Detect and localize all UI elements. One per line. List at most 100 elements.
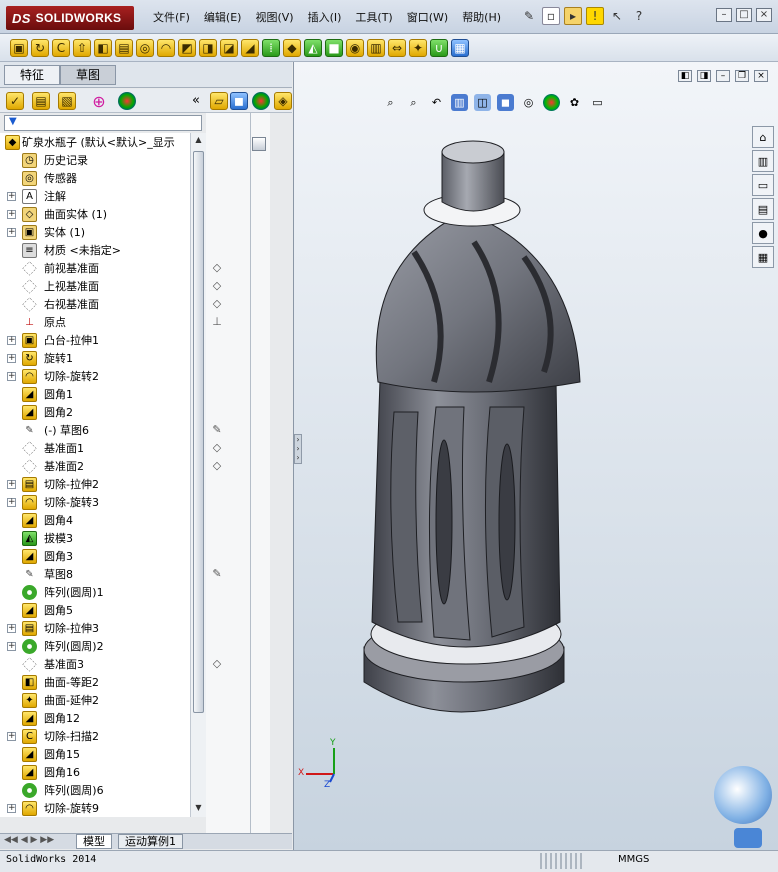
menu-file[interactable]: 文件(F)	[146, 9, 197, 27]
expand-icon[interactable]: +	[7, 191, 16, 201]
tree-scrollbar[interactable]: ▲ ▼	[190, 133, 206, 817]
expand-icon[interactable]: +	[7, 641, 16, 651]
expand-icon[interactable]: +	[7, 731, 16, 741]
menu-edit[interactable]: 编辑(E)	[197, 9, 249, 27]
boundary-boss-icon[interactable]: ◧	[94, 38, 112, 57]
status-units[interactable]: MMGS	[618, 854, 649, 865]
tree-item[interactable]: + ▣ 凸台-拉伸1	[0, 331, 205, 349]
bird-assistant-icon[interactable]	[714, 766, 772, 824]
tree-item[interactable]: ◢ 圆角12	[0, 709, 205, 727]
plane-visibility-icon[interactable]: ◇	[210, 459, 224, 473]
tree-item[interactable]: 上视基准面	[0, 277, 205, 295]
curves-icon[interactable]: ∪	[430, 38, 448, 57]
lofted-cut-icon[interactable]: ◨	[199, 38, 217, 57]
wrap-icon[interactable]: ◉	[346, 38, 364, 57]
origin-visibility-icon[interactable]: ⊥	[210, 315, 224, 329]
hole-wizard-icon[interactable]: ◎	[136, 38, 154, 57]
tree-item[interactable]: + 阵列(圆周)2	[0, 637, 205, 655]
tree-item[interactable]: + ◠ 切除-旋转2	[0, 367, 205, 385]
scroll-up-icon[interactable]: ▲	[193, 135, 204, 147]
help-question-icon[interactable]: ?	[630, 7, 648, 25]
box-view-icon[interactable]: ◼	[230, 92, 248, 110]
tree-item[interactable]: + C 切除-扫描2	[0, 727, 205, 745]
plane-visibility-icon[interactable]: ◇	[210, 441, 224, 455]
tree-item[interactable]: + ◠ 切除-旋转3	[0, 493, 205, 511]
swept-cut-icon[interactable]: ◩	[178, 38, 196, 57]
tree-item[interactable]: + ▤ 切除-拉伸2	[0, 475, 205, 493]
tree-item[interactable]: 前视基准面	[0, 259, 205, 277]
revolve-boss-icon[interactable]: ↻	[31, 38, 49, 57]
tree-item[interactable]: ✎ 草图8	[0, 565, 205, 583]
menu-window[interactable]: 窗口(W)	[400, 9, 455, 27]
tree-item[interactable]: ✎ (-) 草图6	[0, 421, 205, 439]
menu-insert[interactable]: 插入(I)	[301, 9, 349, 27]
tab-features[interactable]: 特征	[4, 65, 60, 85]
tree-item[interactable]: ✦ 曲面-延伸2	[0, 691, 205, 709]
tree-item[interactable]: + ▣ 实体 (1)	[0, 223, 205, 241]
mirror-icon[interactable]: ⇔	[388, 38, 406, 57]
expand-icon[interactable]: +	[7, 479, 16, 489]
tree-item[interactable]: ◧ 曲面-等距2	[0, 673, 205, 691]
tree-filter-input[interactable]: ▼	[4, 115, 202, 131]
tree-item[interactable]: ◢ 圆角15	[0, 745, 205, 763]
sketch-filter-icon[interactable]: ▱	[210, 92, 228, 110]
collapse-arrows-icon[interactable]: «	[192, 93, 200, 108]
tree-item[interactable]: ◢ 圆角2	[0, 403, 205, 421]
tree-item[interactable]: + ↻ 旋转1	[0, 349, 205, 367]
configuration-manager-icon[interactable]: ▧	[58, 92, 76, 110]
menu-tools[interactable]: 工具(T)	[348, 9, 399, 27]
linear-pattern-icon[interactable]: ⁞	[262, 38, 280, 57]
plane-visibility-icon[interactable]: ◇	[210, 261, 224, 275]
display-state-icon[interactable]	[252, 137, 266, 151]
tree-root-part[interactable]: ◆ 矿泉水瓶子 (默认<默认>_显示	[0, 133, 205, 151]
expand-icon[interactable]: +	[7, 335, 16, 345]
tab-nav-arrows-icon[interactable]: ◀◀ ◀ ▶ ▶▶	[4, 835, 54, 845]
minimize-icon[interactable]: –	[716, 8, 732, 22]
extrude-cut-icon[interactable]: ▤	[115, 38, 133, 57]
restore-icon[interactable]: □	[736, 8, 752, 22]
tree-item[interactable]: 基准面1	[0, 439, 205, 457]
tree-item[interactable]: 阵列(圆周)6	[0, 781, 205, 799]
expand-icon[interactable]: +	[7, 803, 16, 813]
expand-icon[interactable]: +	[7, 623, 16, 633]
tree-item[interactable]: 基准面3	[0, 655, 205, 673]
rebuild-warning-icon[interactable]: !	[586, 7, 604, 25]
tab-motion-study[interactable]: 运动算例1	[118, 834, 183, 849]
sketch-visibility-icon[interactable]: ✎	[210, 567, 224, 581]
tab-sketch[interactable]: 草图	[60, 65, 116, 85]
expand-icon[interactable]: +	[7, 497, 16, 507]
display-manager-icon[interactable]	[118, 92, 136, 110]
dimxpert-icon[interactable]: ⊕	[90, 92, 108, 111]
tree-item[interactable]: 右视基准面	[0, 295, 205, 313]
new-document-icon[interactable]: ▫	[542, 7, 560, 25]
loft-boss-icon[interactable]: ⇧	[73, 38, 91, 57]
revolve-cut-icon[interactable]: ◠	[157, 38, 175, 57]
solidworks-logo[interactable]: DS SOLIDWORKS	[6, 6, 134, 30]
tree-item[interactable]: ◢ 圆角16	[0, 763, 205, 781]
tree-item[interactable]: + ▤ 切除-拉伸3	[0, 619, 205, 637]
reference-geometry-icon[interactable]: ✦	[409, 38, 427, 57]
cloud-share-icon[interactable]	[734, 828, 762, 848]
expand-icon[interactable]: +	[7, 209, 16, 219]
draft-icon[interactable]: ◭	[304, 38, 322, 57]
tree-item[interactable]: ◎ 传感器	[0, 169, 205, 187]
tree-item[interactable]: + ◇ 曲面实体 (1)	[0, 205, 205, 223]
tree-item[interactable]: + A 注解	[0, 187, 205, 205]
plane-visibility-icon[interactable]: ◇	[210, 297, 224, 311]
menu-help[interactable]: 帮助(H)	[455, 9, 508, 27]
graphics-area[interactable]: › › › ◧ ◨ – ❐ × ⌕ ⌕ ↶ ▥ ◫ ◼ ◎ ✿ ▭ ⌂ ▥ ▭ ▤ …	[293, 62, 778, 850]
tab-model[interactable]: 模型	[76, 834, 112, 849]
tree-item[interactable]: ◢ 圆角4	[0, 511, 205, 529]
tree-item[interactable]: ◢ 圆角5	[0, 601, 205, 619]
tree-item[interactable]: 基准面2	[0, 457, 205, 475]
tree-item[interactable]: ⊥ 原点	[0, 313, 205, 331]
rib-icon[interactable]: ◆	[283, 38, 301, 57]
appearance-icon[interactable]	[252, 92, 270, 110]
fillet-icon[interactable]: ◢	[241, 38, 259, 57]
plane-visibility-icon[interactable]: ◇	[210, 279, 224, 293]
intersect-icon[interactable]: ▥	[367, 38, 385, 57]
boundary-cut-icon[interactable]: ◪	[220, 38, 238, 57]
extrude-boss-icon[interactable]: ▣	[10, 38, 28, 57]
plane-visibility-icon[interactable]: ◇	[210, 657, 224, 671]
tree-item[interactable]: ◢ 圆角1	[0, 385, 205, 403]
